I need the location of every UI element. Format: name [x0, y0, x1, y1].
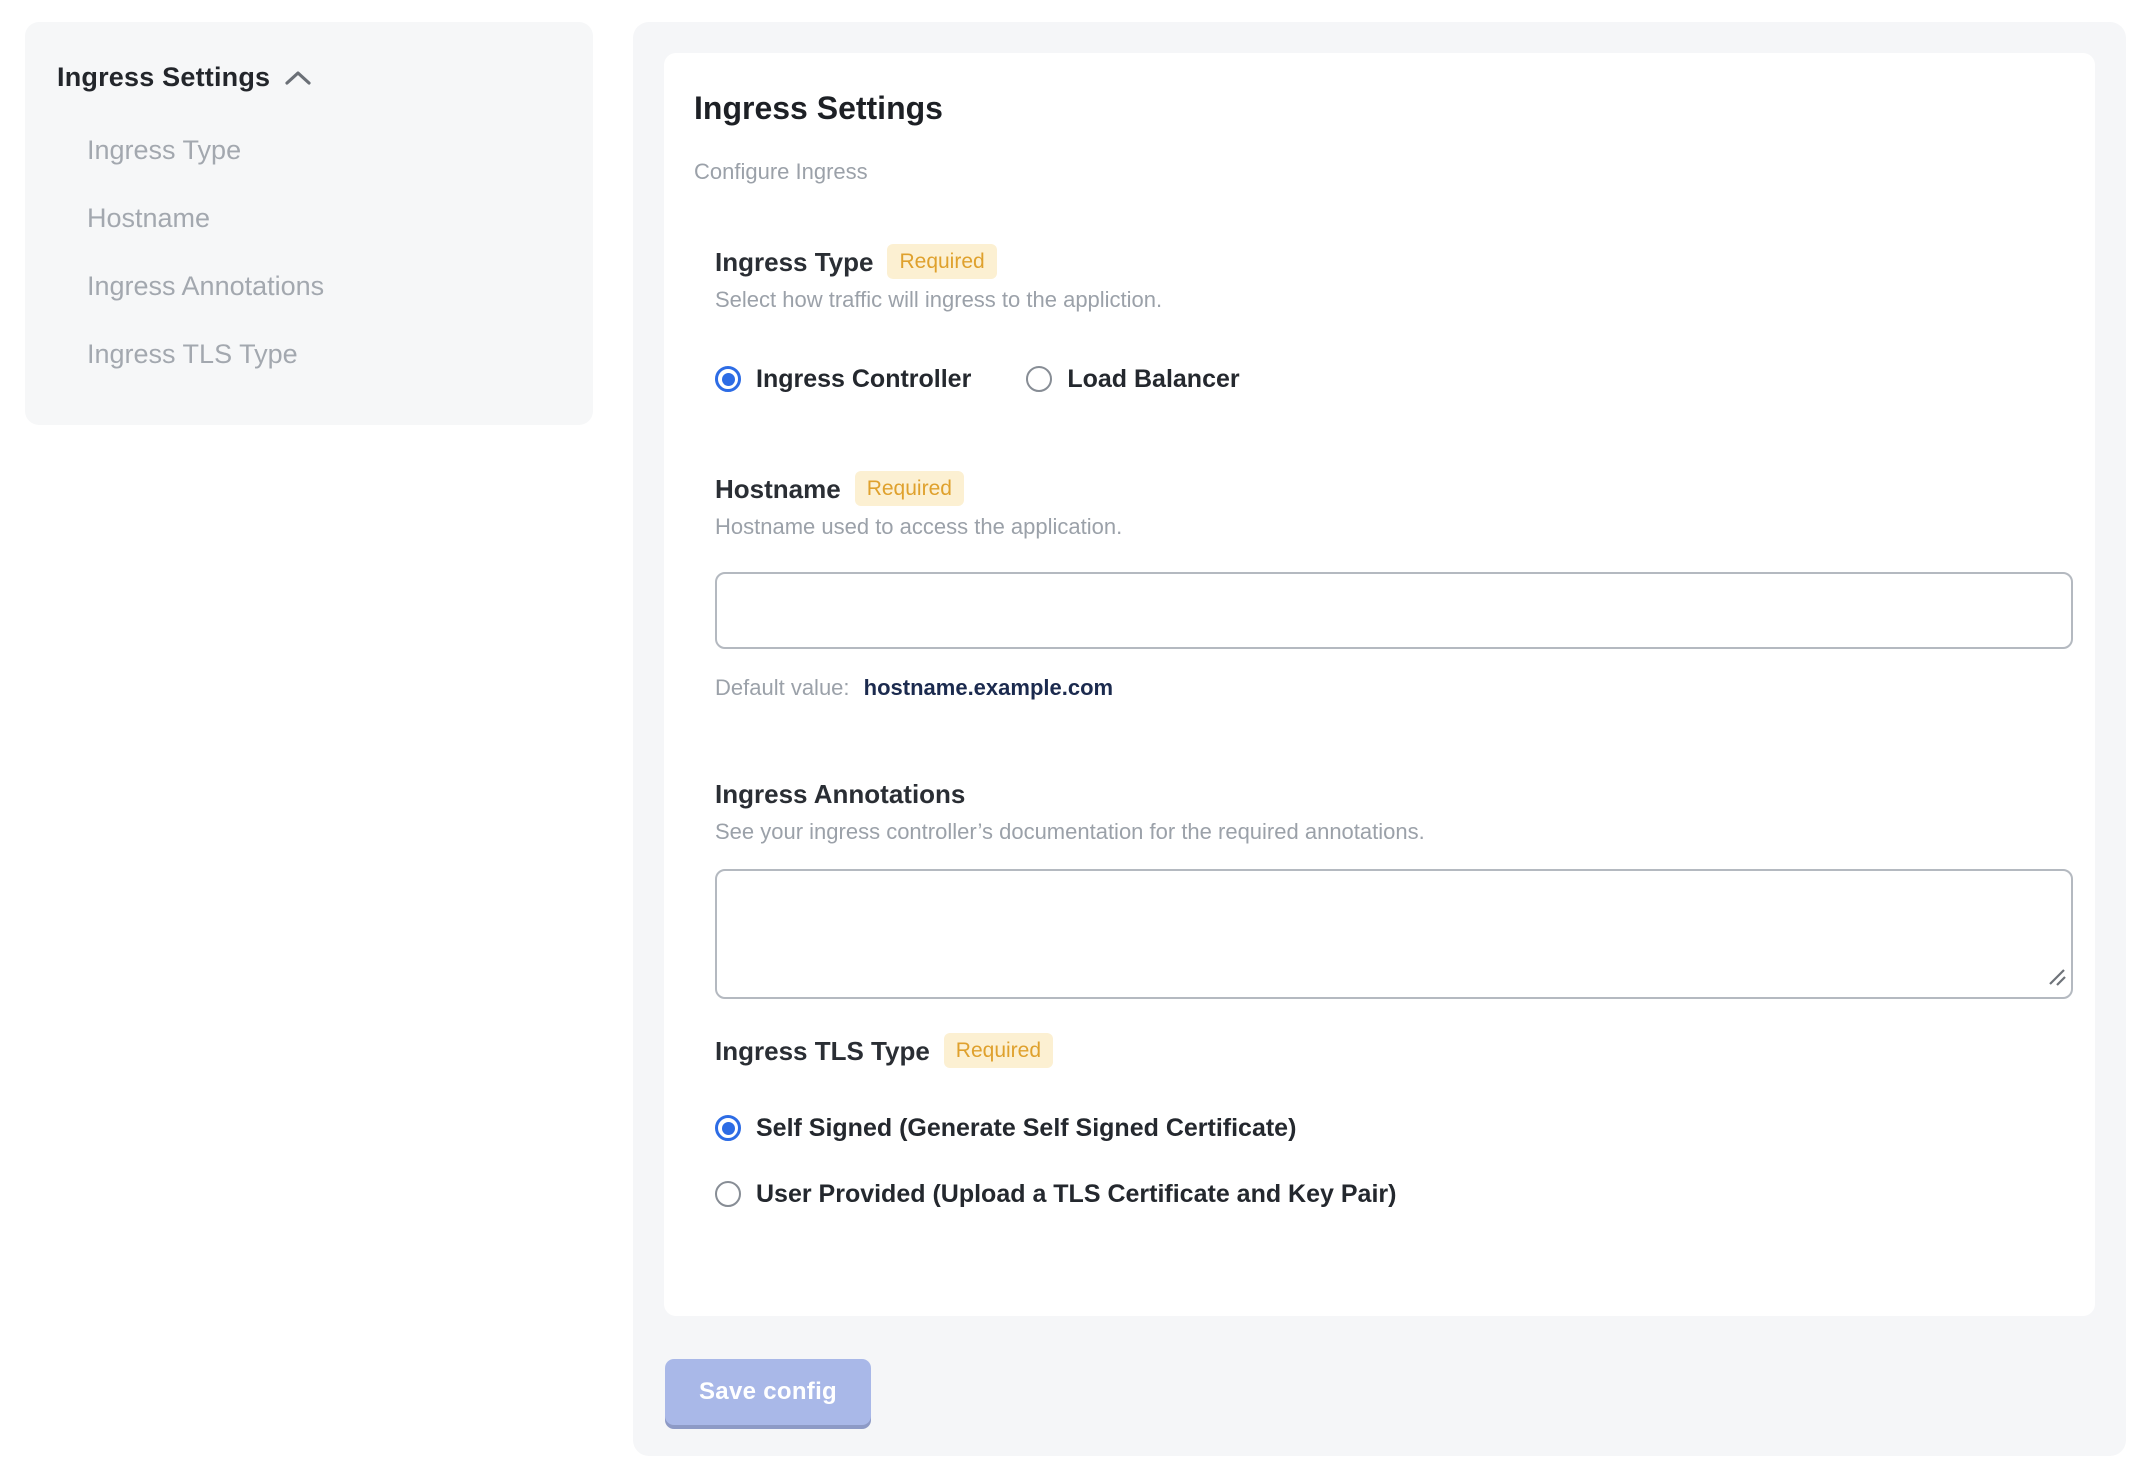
radio-button-icon[interactable] — [715, 366, 741, 392]
sidebar-item-ingress-annotations[interactable]: Ingress Annotations — [57, 273, 561, 300]
page-subtitle: Configure Ingress — [694, 159, 868, 184]
chevron-up-icon[interactable] — [284, 69, 312, 87]
ingress-annotations-description: See your ingress controller’s documentat… — [715, 819, 1425, 844]
radio-option-ingress-controller[interactable]: Ingress Controller — [715, 363, 971, 395]
settings-sidebar: Ingress Settings Ingress Type Hostname I… — [25, 22, 593, 425]
default-value-text: hostname.example.com — [863, 675, 1114, 700]
required-badge: Required — [943, 1033, 1054, 1068]
default-value-label: Default value: — [715, 675, 850, 700]
ingress-tls-type-section: Ingress TLS Type Required Self Signed (G… — [694, 1033, 2047, 1210]
sidebar-section-title: Ingress Settings — [57, 62, 271, 92]
radio-button-icon[interactable] — [715, 1115, 741, 1141]
hostname-heading: Hostname — [715, 473, 841, 504]
radio-option-user-provided[interactable]: User Provided (Upload a TLS Certificate … — [715, 1178, 2047, 1210]
hostname-section: Hostname Required Hostname used to acces… — [694, 471, 2073, 702]
hostname-default-value-line: Default value: hostname.example.com — [715, 674, 2047, 702]
radio-option-load-balancer[interactable]: Load Balancer — [1026, 363, 1240, 395]
radio-button-icon[interactable] — [1026, 366, 1053, 392]
hostname-description: Hostname used to access the application. — [715, 514, 1123, 539]
ingress-type-section: Ingress Type Required Select how traffic… — [694, 244, 2047, 395]
ingress-type-radio-group: Ingress Controller Load Balancer — [715, 363, 2047, 395]
ingress-type-description: Select how traffic will ingress to the a… — [715, 287, 1163, 312]
sidebar-item-ingress-type[interactable]: Ingress Type — [57, 137, 561, 164]
ingress-settings-panel: Ingress Settings Configure Ingress Ingre… — [633, 22, 2126, 1456]
required-badge: Required — [887, 244, 997, 279]
radio-label: User Provided (Upload a TLS Certificate … — [756, 1180, 1397, 1208]
sidebar-nav: Ingress Type Hostname Ingress Annotation… — [57, 137, 561, 368]
radio-button-icon[interactable] — [715, 1181, 741, 1207]
ingress-annotations-textarea[interactable] — [715, 869, 2073, 999]
ingress-type-heading: Ingress Type — [715, 246, 874, 277]
ingress-settings-card: Ingress Settings Configure Ingress Ingre… — [664, 53, 2095, 1316]
radio-option-self-signed[interactable]: Self Signed (Generate Self Signed Certif… — [715, 1112, 2047, 1144]
radio-label: Ingress Controller — [756, 365, 972, 393]
required-badge: Required — [854, 471, 964, 506]
sidebar-section-toggle[interactable]: Ingress Settings — [57, 62, 561, 93]
sidebar-item-hostname[interactable]: Hostname — [57, 205, 561, 232]
radio-label: Load Balancer — [1067, 365, 1240, 393]
sidebar-item-ingress-tls-type[interactable]: Ingress TLS Type — [57, 341, 561, 368]
ingress-annotations-section: Ingress Annotations See your ingress con… — [694, 777, 2073, 999]
radio-label: Self Signed (Generate Self Signed Certif… — [756, 1114, 1297, 1142]
hostname-input[interactable] — [715, 572, 2073, 649]
ingress-annotations-heading: Ingress Annotations — [715, 779, 966, 809]
save-config-button[interactable]: Save config — [665, 1359, 872, 1425]
page-title: Ingress Settings — [694, 90, 943, 126]
ingress-tls-type-heading: Ingress TLS Type — [715, 1035, 930, 1066]
